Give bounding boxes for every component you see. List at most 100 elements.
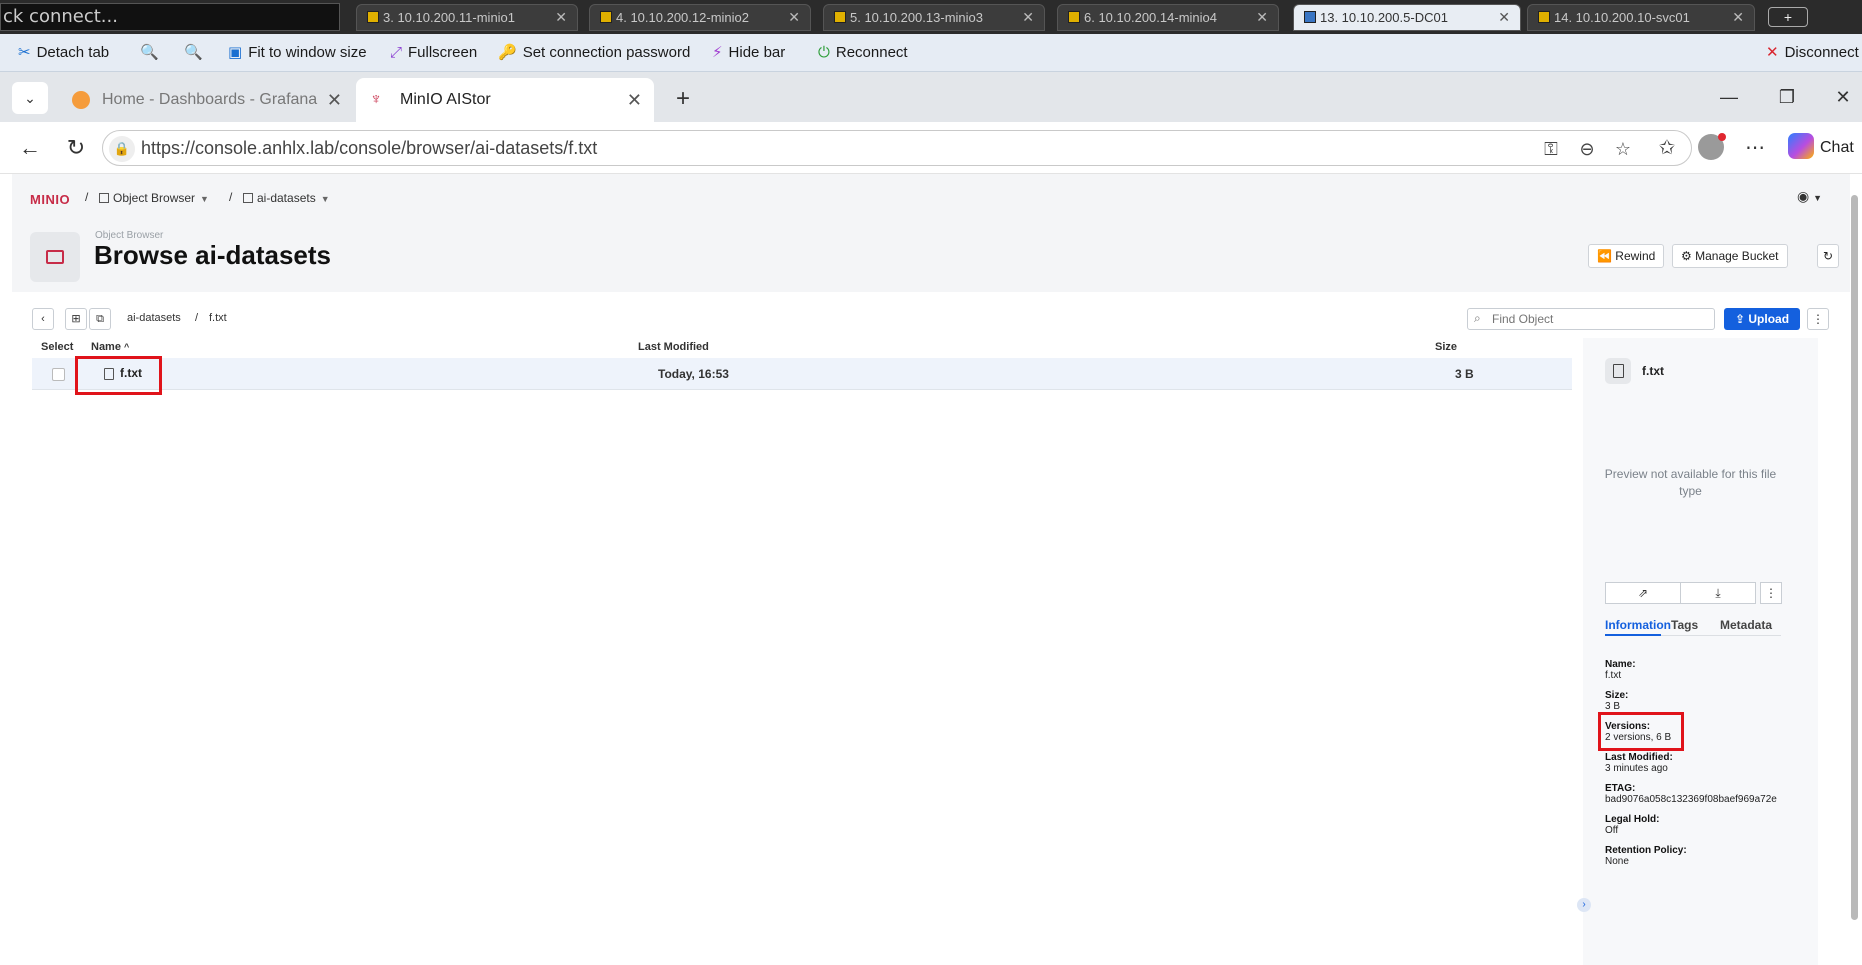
grafana-icon <box>72 91 90 109</box>
share-icon: ⇗ <box>1637 586 1649 600</box>
set-password-label: Set connection password <box>522 44 691 61</box>
close-icon[interactable]: ✕ <box>1732 5 1744 30</box>
detach-tab-button[interactable]: ✂ Detach tab <box>18 34 109 72</box>
zoom-out-button[interactable]: 🔍 <box>184 34 209 72</box>
col-last-modified[interactable]: Last Modified <box>638 341 709 353</box>
new-folder-button[interactable]: ⊞ <box>65 308 87 330</box>
reconnect-button[interactable]: ⏻ Reconnect <box>818 34 908 72</box>
rdp-tab-minio4[interactable]: 6. 10.10.200.14-minio4 ✕ <box>1057 4 1279 31</box>
zoom-out-icon: 🔍 <box>184 44 203 61</box>
rdp-tab-svc01[interactable]: 14. 10.10.200.10-svc01 ✕ <box>1527 4 1755 31</box>
col-size[interactable]: Size <box>1435 341 1457 353</box>
address-bar[interactable]: 🔒 https://console.anhlx.lab/console/brow… <box>102 130 1692 166</box>
annotation-highlight-versions <box>1598 712 1684 751</box>
breadcrumb-bucket[interactable]: ai-datasets ▼ <box>243 190 330 207</box>
row-last-modified: Today, 16:53 <box>658 367 729 381</box>
more-options-button[interactable]: ⋮ <box>1807 308 1829 330</box>
close-icon[interactable]: ✕ <box>627 78 642 122</box>
object-more-button[interactable]: ⋮ <box>1760 582 1782 604</box>
user-menu-button[interactable]: ◉ ▼ <box>1797 188 1822 205</box>
restore-button[interactable]: ❐ <box>1764 72 1810 122</box>
back-button[interactable]: ‹ <box>32 308 54 330</box>
favorite-star-icon[interactable]: ☆ <box>1611 137 1635 161</box>
minio-logo[interactable]: MINIO <box>30 192 70 207</box>
path-separator: / <box>195 312 199 324</box>
reconnect-label: Reconnect <box>835 44 908 61</box>
info-legal-hold-value: Off <box>1605 825 1619 836</box>
back-button[interactable]: ← <box>14 132 46 164</box>
more-icon[interactable]: ⋯ <box>1740 134 1770 164</box>
rewind-icon: ⏪ <box>1597 249 1612 263</box>
refresh-bucket-button[interactable]: ↻ <box>1817 244 1840 268</box>
new-tab-button[interactable]: + <box>668 84 698 114</box>
key-icon[interactable]: ⚿ <box>1539 137 1563 161</box>
sort-asc-icon: ^ <box>124 342 130 352</box>
manage-bucket-button[interactable]: ⚙ Manage Bucket <box>1672 244 1788 268</box>
rdp-tab-minio1[interactable]: 3. 10.10.200.11-minio1 ✕ <box>356 4 578 31</box>
preview-message: Preview not available for this file type <box>1604 467 1777 498</box>
chevron-left-icon: ‹ <box>41 313 45 325</box>
download-button[interactable]: ⤓ <box>1680 582 1756 604</box>
hide-bar-button[interactable]: ⚡ Hide bar <box>712 34 785 72</box>
info-retention-value: None <box>1605 856 1629 867</box>
refresh-icon: ↻ <box>66 135 86 160</box>
set-password-button[interactable]: 🔑 Set connection password <box>498 34 690 72</box>
info-legal-hold-label: Legal Hold: <box>1605 814 1660 825</box>
row-checkbox[interactable] <box>52 368 65 381</box>
url-text[interactable]: https://console.anhlx.lab/console/browse… <box>141 131 597 165</box>
refresh-button[interactable]: ↻ <box>60 132 92 164</box>
zoom-in-button[interactable]: 🔍 <box>140 34 165 72</box>
favorites-icon[interactable]: ✩ <box>1652 134 1682 164</box>
rewind-button[interactable]: ⏪ Rewind <box>1588 244 1665 268</box>
close-icon[interactable]: ✕ <box>1498 5 1510 30</box>
copilot-chat-button[interactable]: Chat <box>1788 132 1862 164</box>
tab-grafana[interactable]: Home - Dashboards - Grafana ✕ <box>58 78 354 122</box>
rdp-tab-strip: ck connect... 3. 10.10.200.11-minio1 ✕ 4.… <box>0 0 1862 34</box>
breadcrumb-object-browser[interactable]: Object Browser ▼ <box>99 190 209 207</box>
rdp-tab-minio2[interactable]: 4. 10.10.200.12-minio2 ✕ <box>589 4 811 31</box>
minimize-button[interactable]: — <box>1706 72 1752 122</box>
close-icon[interactable]: ✕ <box>1022 5 1034 30</box>
table-row[interactable]: f.txt Today, 16:53 3 B <box>32 358 1572 390</box>
key-icon: 🔑 <box>498 44 517 61</box>
rdp-toolbar: ✂ Detach tab 🔍 🔍 ▣ Fit to window size ⤢ Ful… <box>0 34 1862 72</box>
path-bucket[interactable]: ai-datasets <box>127 312 181 324</box>
monitor-icon <box>1304 11 1316 23</box>
fullscreen-button[interactable]: ⤢ Fullscreen <box>390 34 477 72</box>
new-rdp-tab-button[interactable]: + <box>1768 7 1808 27</box>
tab-minio[interactable]: ♆ MinIO AIStor ✕ <box>356 78 654 122</box>
expand-panel-button[interactable]: › <box>1577 898 1591 912</box>
page-scrollbar[interactable] <box>1851 195 1858 920</box>
download-icon: ⤓ <box>1715 586 1721 600</box>
fullscreen-label: Fullscreen <box>408 44 478 61</box>
breadcrumb-separator: / <box>229 190 233 204</box>
close-window-button[interactable]: ✕ <box>1820 72 1862 122</box>
caret-down-icon: ▼ <box>200 194 209 204</box>
upload-button[interactable]: ⇪ Upload <box>1724 308 1800 330</box>
disconnect-button[interactable]: ✕ Disconnect <box>1766 34 1859 72</box>
user-icon: ◉ <box>1797 188 1810 204</box>
close-icon[interactable]: ✕ <box>555 5 567 30</box>
tab-metadata[interactable]: Metadata <box>1720 618 1772 632</box>
col-select: Select <box>41 341 74 353</box>
close-icon[interactable]: ✕ <box>1256 5 1268 30</box>
file-icon <box>1605 358 1631 384</box>
path-file: f.txt <box>209 312 227 324</box>
find-object-input[interactable] <box>1467 308 1715 330</box>
lock-icon[interactable]: 🔒 <box>109 136 135 162</box>
zoom-icon[interactable]: ⊖ <box>1575 137 1599 161</box>
col-name[interactable]: Name ^ <box>91 341 129 353</box>
rdp-tab-dc01[interactable]: 13. 10.10.200.5-DC01 ✕ <box>1293 4 1521 31</box>
rdp-tab-label: 4. 10.10.200.12-minio2 <box>616 10 749 25</box>
tab-information[interactable]: Information <box>1605 618 1671 632</box>
share-button[interactable]: ⇗ <box>1605 582 1681 604</box>
object-browser: ‹ ⊞ ⧉ ai-datasets / f.txt ⌕ ⇪ Upload ⋮ S… <box>12 292 1850 965</box>
close-icon[interactable]: ✕ <box>788 5 800 30</box>
tab-tags[interactable]: Tags <box>1671 618 1698 632</box>
copy-path-button[interactable]: ⧉ <box>89 308 111 330</box>
fit-window-button[interactable]: ▣ Fit to window size <box>228 34 367 72</box>
close-icon[interactable]: ✕ <box>327 78 342 122</box>
tab-actions-button[interactable]: ⌄ <box>12 82 48 114</box>
quick-connect-input[interactable]: ck connect... <box>0 3 340 31</box>
rdp-tab-minio3[interactable]: 5. 10.10.200.13-minio3 ✕ <box>823 4 1045 31</box>
